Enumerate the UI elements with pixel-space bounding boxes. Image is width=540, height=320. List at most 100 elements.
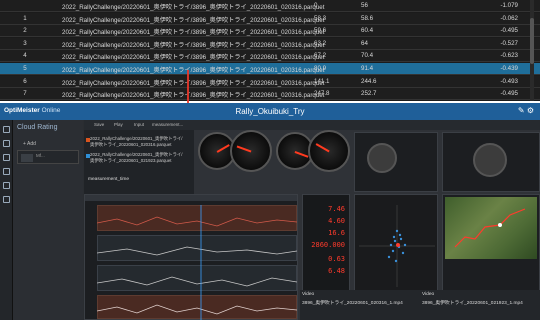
files-panel: 2022_RallyChallenge/20220601_奥伊吹トライ/ 奥伊吹… <box>84 130 194 194</box>
table-row[interactable]: 3 2022_RallyChallenge/20220601_奥伊吹トライ/389… <box>0 37 540 50</box>
gauge-needle <box>294 151 309 158</box>
gauge-needle <box>315 143 330 153</box>
gauge-needle <box>216 144 230 153</box>
toolbar: Save Play Input measurement... <box>84 120 540 130</box>
row-value: 80.9 <box>314 65 327 72</box>
table-row[interactable]: 2 2022_RallyChallenge/20220601_奥伊吹トライ/389… <box>0 25 540 38</box>
toolbar-save[interactable]: Save <box>94 122 104 127</box>
rpm-gauge <box>308 130 350 172</box>
window-controls[interactable]: ✎ ⚙ <box>518 106 534 115</box>
steering-panel <box>354 132 438 192</box>
settings-icon[interactable] <box>3 196 10 203</box>
meter-value: 0.63 <box>328 255 345 263</box>
table-scrollbar[interactable] <box>530 0 534 101</box>
row-value: 58.6 <box>361 14 374 22</box>
table-icon[interactable] <box>3 168 10 175</box>
row-value: -0.062 <box>500 14 518 22</box>
row-value: -0.495 <box>500 90 518 98</box>
video-file[interactable]: 3896_奥伊吹トライ_20220601_020316_1.mp4 <box>302 299 403 306</box>
layers-icon[interactable] <box>3 126 10 133</box>
row-value: 252.7 <box>361 90 377 98</box>
video-file[interactable]: 3896_奥伊吹トライ_20220601_021923_1.mp4 <box>422 299 523 306</box>
row-index: 7 <box>23 90 27 98</box>
row-value: 141.1 <box>314 77 330 85</box>
measurement-label: measurement_time <box>88 177 130 182</box>
row-value: -0.439 <box>500 65 518 72</box>
table-row[interactable]: 4 2022_RallyChallenge/20220601_奥伊吹トライ/389… <box>0 50 540 63</box>
steering-panel <box>442 132 540 192</box>
grid-icon[interactable] <box>3 154 10 161</box>
app-window: OptiMeister Online Rally_Okuibuki_Try ✎ … <box>0 103 540 320</box>
row-path: 2022_RallyChallenge/20220601_奥伊吹トライ/3896… <box>62 54 325 62</box>
file-table: 2022_RallyChallenge/20220601_奥伊吹トライ/3896… <box>0 0 540 101</box>
row-index: 1 <box>23 14 27 22</box>
file-name[interactable]: 奥伊吹トライ_20220601_021923.parquet <box>90 158 172 163</box>
meter-value: 6.48 <box>328 267 345 275</box>
table-row[interactable]: 7 2022_RallyChallenge/20220601_奥伊吹トライ/389… <box>0 88 540 101</box>
left-rail <box>0 120 13 320</box>
chart-header <box>85 195 297 201</box>
row-path: 2022_RallyChallenge/20220601_奥伊吹トライ/3896… <box>62 4 325 11</box>
row-path: 2022_RallyChallenge/20220601_奥伊吹トライ/3896… <box>62 16 325 24</box>
scrollbar-thumb[interactable] <box>530 18 534 64</box>
video-label: Video <box>422 292 435 297</box>
page-title: Rally_Okuibuki_Try <box>235 107 305 116</box>
meter-value: 16.6 <box>328 229 345 237</box>
table-row[interactable]: 5 2022_RallyChallenge/20220601_奥伊吹トライ/389… <box>0 63 540 75</box>
steering-wheel-icon <box>367 143 397 173</box>
add-button[interactable]: + Add <box>23 141 36 147</box>
track-line <box>454 208 526 248</box>
row-value: 244.6 <box>361 77 377 85</box>
row-value: 59.6 <box>314 27 327 35</box>
file-path[interactable]: 2022_RallyChallenge/20220601_奥伊吹トライ/ <box>90 152 183 157</box>
file-name[interactable]: 奥伊吹トライ_20220601_020316.parquet <box>90 142 172 147</box>
row-value: -0.623 <box>500 52 518 60</box>
meter-value: 7.46 <box>328 205 345 213</box>
row-value: 58.3 <box>314 14 327 22</box>
row-value: -0.493 <box>500 77 518 85</box>
row-index: 6 <box>23 77 27 85</box>
sidebar-item-label: Mf... <box>36 153 45 158</box>
row-value: 60.4 <box>361 27 374 35</box>
row-value: 67.2 <box>314 52 327 60</box>
sidebar: Cloud Rating + Add Mf... <box>13 120 83 320</box>
row-value: 247.8 <box>314 90 330 98</box>
table-row[interactable]: 2022_RallyChallenge/20220601_奥伊吹トライ/3896… <box>0 0 540 12</box>
video-label: Video <box>302 292 315 297</box>
rpm-gauge <box>230 130 272 172</box>
row-value: -0.495 <box>500 27 518 35</box>
row-value: -0.527 <box>500 39 518 47</box>
scatter-plot <box>359 205 435 287</box>
table-row[interactable]: 1 2022_RallyChallenge/20220601_奥伊吹トライ/389… <box>0 12 540 25</box>
row-index: 4 <box>23 52 27 60</box>
row-path: 2022_RallyChallenge/20220601_奥伊吹トライ/3896… <box>62 41 325 49</box>
row-value: 56 <box>361 2 368 9</box>
timeseries-chart-panel <box>84 194 298 320</box>
chart-lines <box>97 205 297 320</box>
row-index: 3 <box>23 39 27 47</box>
table-row[interactable]: 6 2022_RallyChallenge/20220601_奥伊吹トライ/389… <box>0 75 540 88</box>
meter-value: 2860.000 <box>311 241 345 249</box>
row-value: 0 <box>314 2 318 9</box>
row-value: 64 <box>361 39 368 47</box>
meter-value: 4.60 <box>328 217 345 225</box>
toolbar-measurement[interactable]: measurement... <box>152 122 183 127</box>
row-index: 5 <box>23 65 27 72</box>
row-value: -1.079 <box>500 2 518 9</box>
workspace: Save Play Input measurement... 2022_Rall… <box>84 120 540 320</box>
sidebar-item[interactable]: Mf... <box>17 150 79 164</box>
gauge-needle <box>236 145 252 153</box>
row-value: 63.2 <box>314 39 327 47</box>
chart-icon[interactable] <box>3 182 10 189</box>
video-bar: Video 3896_奥伊吹トライ_20220601_020316_1.mp4 … <box>300 290 540 320</box>
thumbnail-icon <box>21 154 33 162</box>
toolbar-play[interactable]: Play <box>114 122 123 127</box>
row-path: 2022_RallyChallenge/20220601_奥伊吹トライ/3896… <box>62 29 325 37</box>
row-index: 2 <box>23 27 27 35</box>
folder-icon[interactable] <box>3 140 10 147</box>
file-path[interactable]: 2022_RallyChallenge/20220601_奥伊吹トライ/ <box>90 136 183 141</box>
steering-wheel-icon <box>473 143 507 177</box>
sidebar-title: Cloud Rating <box>17 124 58 131</box>
toolbar-input[interactable]: Input <box>134 122 144 127</box>
row-value: 91.4 <box>361 65 374 72</box>
